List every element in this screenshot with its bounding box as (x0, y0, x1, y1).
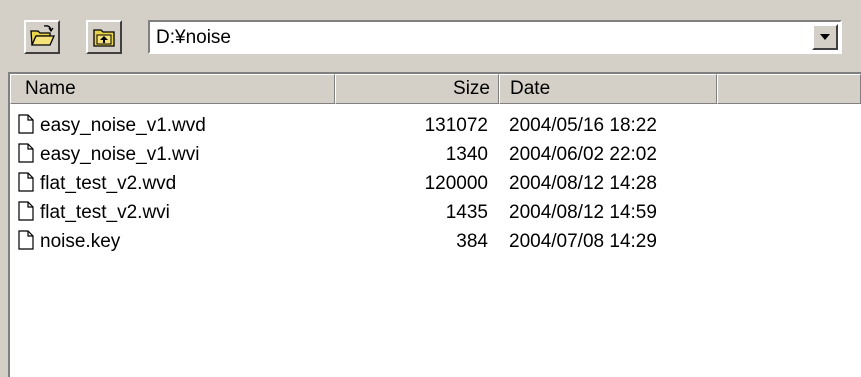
file-name: flat_test_v2.wvd (40, 173, 177, 194)
path-dropdown-button[interactable] (812, 24, 838, 50)
file-icon (18, 230, 34, 256)
list-item[interactable]: noise.key 384 2004/07/08 14:29 (10, 228, 861, 257)
file-name: easy_noise_v1.wvd (40, 115, 206, 136)
file-name: noise.key (40, 231, 121, 252)
file-rows: easy_noise_v1.wvd 131072 2004/05/16 18:2… (10, 112, 861, 257)
file-size: 131072 (424, 115, 488, 136)
toolbar: D:¥noise (0, 0, 861, 70)
list-header: Name Size Date (10, 74, 861, 104)
column-header-empty[interactable] (717, 74, 861, 104)
column-header-date[interactable]: Date (499, 74, 717, 104)
file-icon (18, 143, 34, 169)
path-combobox[interactable]: D:¥noise (148, 20, 842, 54)
list-item[interactable]: easy_noise_v1.wvd 131072 2004/05/16 18:2… (10, 112, 861, 141)
chevron-down-icon (820, 34, 830, 40)
path-field-value[interactable]: D:¥noise (156, 27, 231, 49)
file-list[interactable]: Name Size Date easy_noise_v1.wvd 131072 … (8, 72, 861, 377)
column-header-name[interactable]: Name (10, 74, 335, 104)
up-folder-icon (93, 29, 115, 47)
file-icon (18, 201, 34, 227)
file-date: 2004/08/12 14:59 (509, 202, 657, 223)
file-browser-window: D:¥noise Name Size Date easy_noise_v1.wv… (0, 0, 861, 377)
file-size: 1435 (445, 202, 488, 223)
file-size: 1340 (445, 144, 488, 165)
file-icon (18, 172, 34, 198)
file-size: 384 (456, 231, 488, 252)
column-header-size[interactable]: Size (335, 74, 499, 104)
file-icon (18, 114, 34, 140)
file-size: 120000 (424, 173, 488, 194)
open-folder-icon (30, 25, 56, 46)
list-item[interactable]: easy_noise_v1.wvi 1340 2004/06/02 22:02 (10, 141, 861, 170)
file-date: 2004/08/12 14:28 (509, 173, 657, 194)
list-item[interactable]: flat_test_v2.wvi 1435 2004/08/12 14:59 (10, 199, 861, 228)
list-item[interactable]: flat_test_v2.wvd 120000 2004/08/12 14:28 (10, 170, 861, 199)
file-date: 2004/07/08 14:29 (509, 231, 657, 252)
file-name: easy_noise_v1.wvi (40, 144, 200, 165)
file-name: flat_test_v2.wvi (40, 202, 170, 223)
up-folder-button[interactable] (86, 20, 122, 54)
open-folder-button[interactable] (24, 20, 60, 54)
file-date: 2004/06/02 22:02 (509, 144, 657, 165)
file-date: 2004/05/16 18:22 (509, 115, 657, 136)
